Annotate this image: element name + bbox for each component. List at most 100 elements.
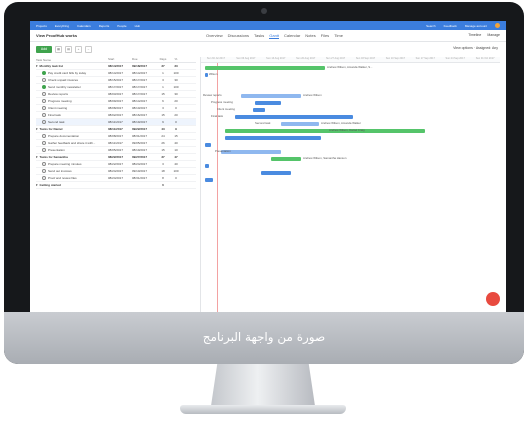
- task-name[interactable]: Pay credit card bills by today: [48, 71, 86, 75]
- task-name[interactable]: Proof and review files: [48, 176, 77, 180]
- task-name[interactable]: Client meeting: [48, 106, 67, 110]
- nav-calendars[interactable]: Calendars: [77, 24, 91, 28]
- chevron-down-icon[interactable]: ▾: [36, 64, 38, 68]
- task-row[interactable]: Gather feedback and share it with... 08/1…: [36, 140, 196, 147]
- gantt-bar[interactable]: [225, 128, 425, 133]
- nav-reports[interactable]: Reports: [99, 24, 110, 28]
- gantt-bar[interactable]: [255, 100, 281, 105]
- task-checkbox[interactable]: [42, 113, 46, 117]
- tab-discussions[interactable]: Discussions: [228, 33, 249, 39]
- chevron-down-icon[interactable]: ▾: [36, 127, 38, 131]
- avatar[interactable]: [495, 23, 500, 28]
- task-row[interactable]: Prepare meeting minutes 08/22/2017 08/24/2…: [36, 161, 196, 168]
- task-checkbox[interactable]: [42, 134, 46, 138]
- task-checkbox[interactable]: [42, 106, 46, 110]
- task-name[interactable]: Check unpaid invoices: [48, 78, 78, 82]
- gantt-bar[interactable]: [253, 107, 265, 112]
- view-options-label[interactable]: View options: [453, 46, 473, 50]
- gantt-bar[interactable]: [261, 170, 291, 175]
- task-checkbox[interactable]: [42, 85, 46, 89]
- task-name[interactable]: Second task: [48, 120, 65, 124]
- tab-files[interactable]: Files: [321, 33, 329, 39]
- task-row[interactable]: Second task 08/11/2017 08/19/2017 9 0: [36, 119, 196, 126]
- add-button[interactable]: Add: [36, 45, 52, 53]
- task-name[interactable]: Monthly task list: [40, 64, 64, 68]
- task-checkbox[interactable]: [42, 141, 46, 145]
- gantt-bar[interactable]: [241, 93, 301, 98]
- tab-overview[interactable]: Overview: [206, 33, 223, 39]
- task-group-row[interactable]: ▾ Tasks for Samantha 08/22/2017 09/27/2017 3…: [36, 154, 196, 161]
- nav-hub[interactable]: Hub: [135, 24, 141, 28]
- task-group-row[interactable]: ▾ Tasks for Daniel 08/11/2017 09/22/2017 43 9: [36, 126, 196, 133]
- task-row[interactable]: Check unpaid invoices 08/15/2017 08/17/201…: [36, 77, 196, 84]
- timeline-link[interactable]: Timeline: [468, 33, 481, 37]
- tab-gantt[interactable]: Gantt: [269, 33, 280, 39]
- expand-icon[interactable]: ▦: [55, 45, 62, 53]
- task-checkbox[interactable]: [42, 99, 46, 103]
- tab-time[interactable]: Time: [334, 33, 343, 39]
- task-checkbox[interactable]: [42, 169, 46, 173]
- task-row[interactable]: Presentation 08/05/2017 08/19/2017 15 10: [36, 147, 196, 154]
- manage-link[interactable]: Manage: [487, 33, 500, 37]
- gantt-bar[interactable]: [205, 177, 213, 182]
- task-name[interactable]: Getting started: [40, 183, 61, 187]
- collapse-icon[interactable]: ▤: [65, 45, 72, 53]
- nav-manage-account[interactable]: Manage account: [465, 24, 487, 28]
- task-row[interactable]: Send out invoices 08/24/2017 09/10/2017 18 1…: [36, 168, 196, 175]
- task-row[interactable]: Proof and review files 08/24/2017 08/31/20…: [36, 175, 196, 182]
- task-name[interactable]: Progress meeting: [48, 99, 72, 103]
- task-row[interactable]: Review reports 08/03/2017 08/17/2017 15 30: [36, 91, 196, 98]
- task-name[interactable]: Prepare meeting minutes: [48, 162, 82, 166]
- task-name[interactable]: Send monthly newsletter: [48, 85, 81, 89]
- task-row[interactable]: Pay credit card bills by today 08/14/2017…: [36, 70, 196, 77]
- task-name[interactable]: Prepare documentation: [48, 134, 79, 138]
- task-row[interactable]: Final task 08/02/2017 08/16/2017 15 20: [36, 112, 196, 119]
- task-checkbox[interactable]: [42, 176, 46, 180]
- chevron-down-icon[interactable]: ▾: [36, 155, 38, 159]
- gantt-bar[interactable]: [205, 72, 208, 77]
- task-checkbox[interactable]: [42, 120, 46, 124]
- gantt-bar[interactable]: [205, 142, 211, 147]
- timeline-week-label: Sun 01 Oct 2017: [475, 57, 495, 60]
- assigned-filter[interactable]: Assigned: Any: [476, 46, 498, 50]
- zoom-in-icon[interactable]: +: [75, 45, 82, 53]
- task-name[interactable]: Presentation: [48, 148, 65, 152]
- task-checkbox[interactable]: [42, 92, 46, 96]
- timeline-week-label: Sun 27 Aug 2017: [325, 57, 346, 60]
- gantt-bar[interactable]: [205, 65, 325, 70]
- task-row[interactable]: Prepare documentation 08/08/2017 08/31/201…: [36, 133, 196, 140]
- task-name[interactable]: Gather feedback and share it with...: [48, 141, 95, 145]
- gantt-bar[interactable]: [225, 135, 321, 140]
- gantt-bar[interactable]: [271, 156, 301, 161]
- task-checkbox[interactable]: [42, 78, 46, 82]
- zoom-out-icon[interactable]: −: [85, 45, 92, 53]
- gantt-bar[interactable]: [281, 121, 319, 126]
- tab-notes[interactable]: Notes: [305, 33, 315, 39]
- task-name-cell: Presentation: [36, 148, 108, 152]
- task-checkbox[interactable]: [42, 162, 46, 166]
- task-row[interactable]: Progress meeting 08/09/2017 08/14/2017 6 20: [36, 98, 196, 105]
- tab-tasks[interactable]: Tasks: [254, 33, 264, 39]
- nav-feedback[interactable]: Feedback: [444, 24, 457, 28]
- task-name[interactable]: Tasks for Daniel: [40, 127, 63, 131]
- task-name[interactable]: Send out invoices: [48, 169, 72, 173]
- nav-projects[interactable]: Projects: [36, 24, 47, 28]
- task-group-row[interactable]: ▾ Monthly task list 08/14/2017 09/18/2017 37…: [36, 63, 196, 70]
- nav-everything[interactable]: Everything: [55, 24, 69, 28]
- task-row[interactable]: Client meeting 08/08/2017 08/10/2017 3 0: [36, 105, 196, 112]
- nav-search[interactable]: Search: [426, 24, 436, 28]
- gantt-bar[interactable]: [205, 163, 209, 168]
- gantt-bar[interactable]: [235, 114, 353, 119]
- task-name[interactable]: Tasks for Samantha: [40, 155, 68, 159]
- task-name[interactable]: Review reports: [48, 92, 68, 96]
- chat-button[interactable]: [486, 292, 500, 306]
- task-name[interactable]: Final task: [48, 113, 61, 117]
- task-row[interactable]: Send monthly newsletter 08/17/2017 08/17/2…: [36, 84, 196, 91]
- task-group-row[interactable]: ▾ Getting started 0: [36, 182, 196, 189]
- view-options[interactable]: View options · Assigned: Any: [453, 46, 498, 50]
- tab-calendar[interactable]: Calendar: [284, 33, 300, 39]
- task-checkbox[interactable]: [42, 71, 46, 75]
- task-checkbox[interactable]: [42, 148, 46, 152]
- nav-people[interactable]: People: [117, 24, 126, 28]
- chevron-down-icon[interactable]: ▾: [36, 183, 38, 187]
